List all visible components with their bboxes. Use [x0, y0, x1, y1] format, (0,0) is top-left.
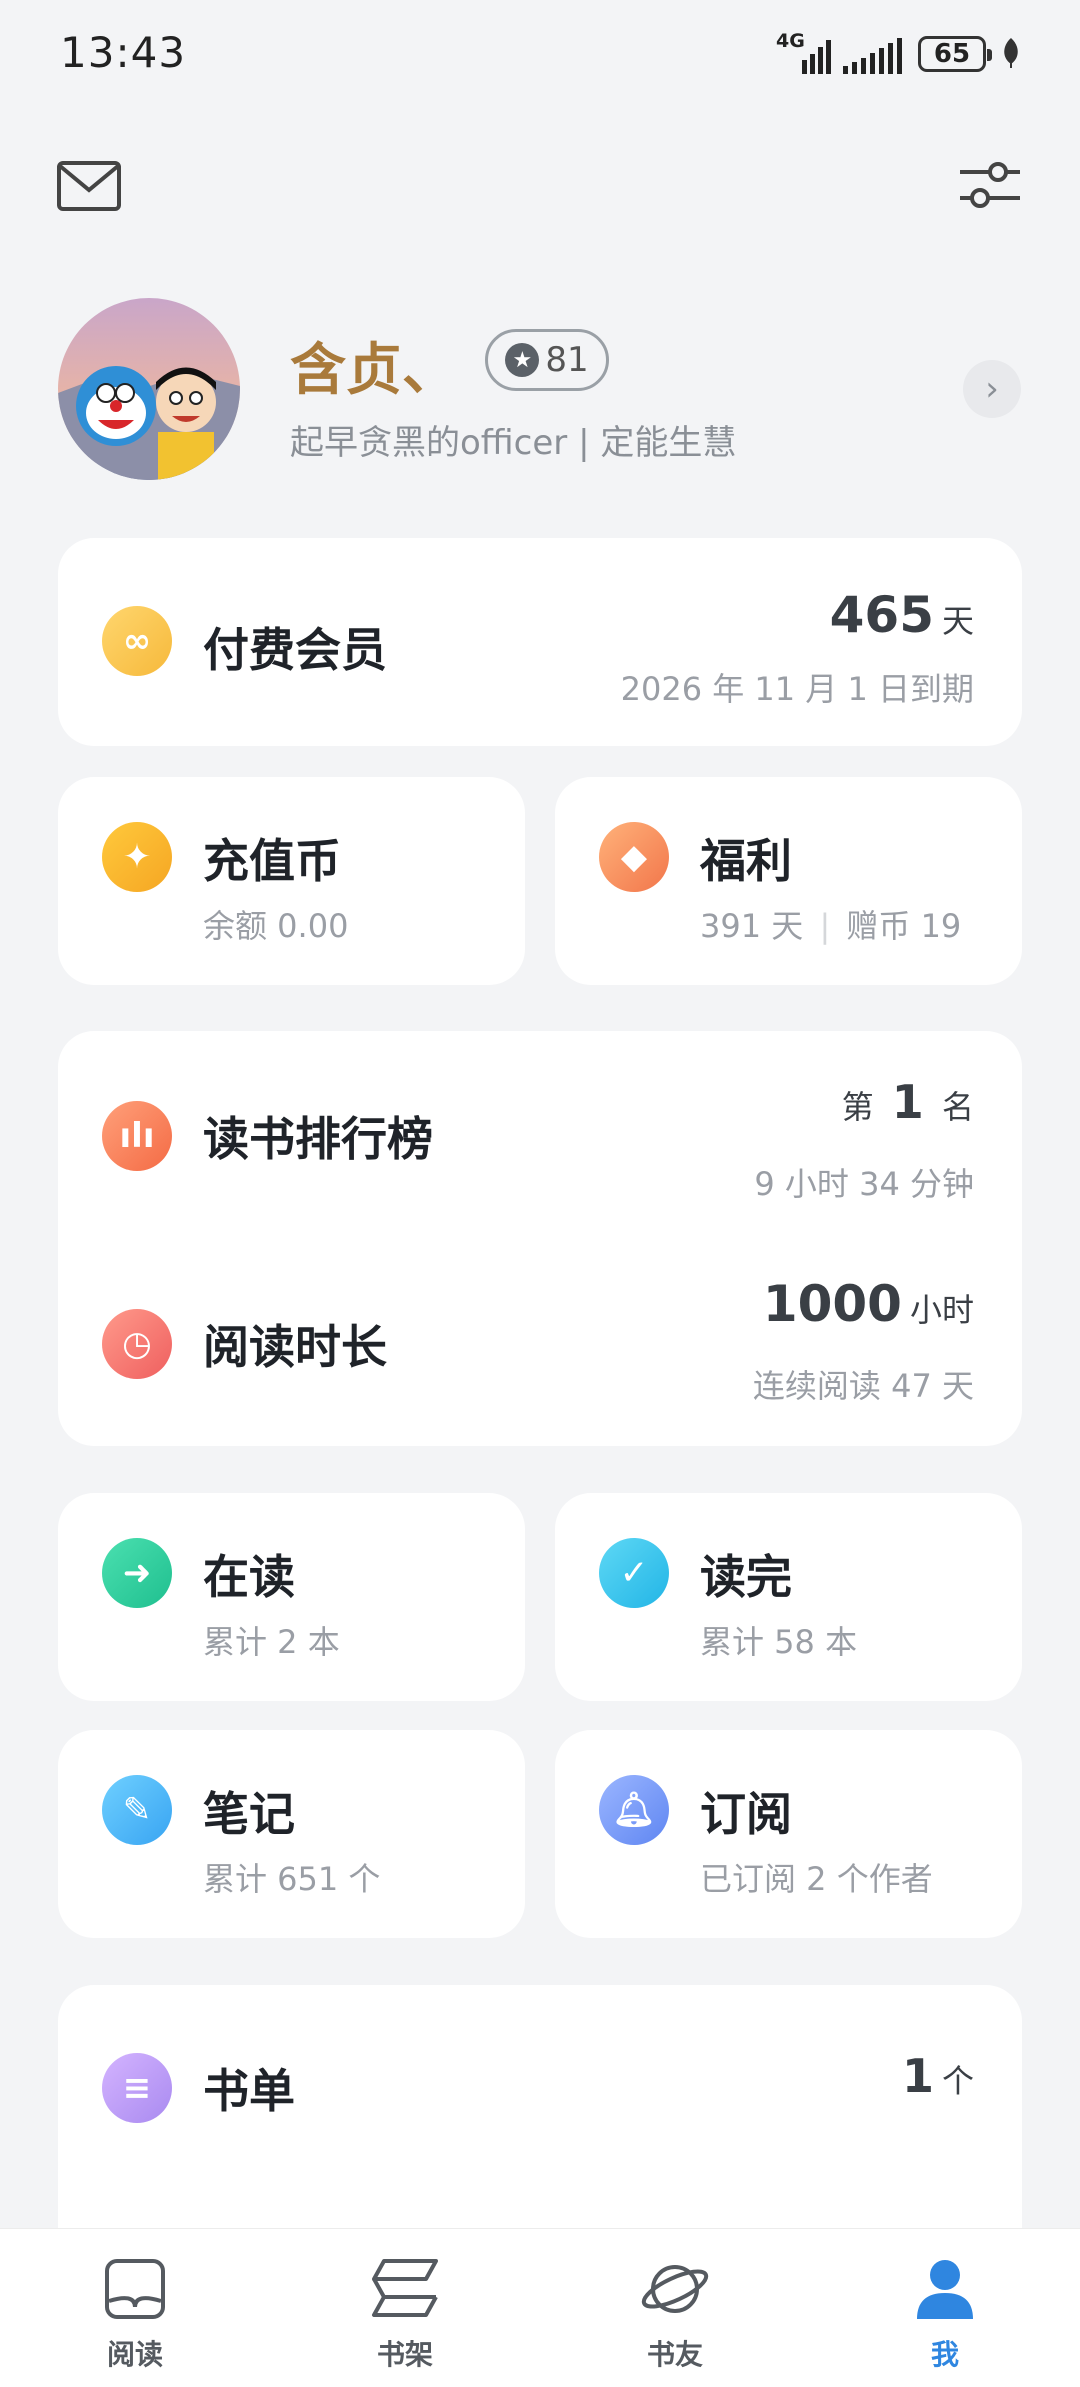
reading-title: 在读	[203, 1550, 295, 1604]
ranking-time: 9 小时 34 分钟	[754, 1165, 974, 1203]
rank-value: 1	[891, 1075, 924, 1129]
reading-streak: 连续阅读 47 天	[752, 1367, 974, 1405]
bell-icon: 🔔︎	[599, 1775, 669, 1845]
nav-label-me: 我	[930, 2338, 959, 2371]
booklist-unit: 个	[941, 2062, 974, 2100]
membership-days-unit: 天	[941, 602, 974, 640]
reading-card[interactable]: ➜ 在读 累计 2 本	[58, 1493, 525, 1701]
status-time: 13:43	[60, 28, 187, 77]
status-bar: 13:43 4G 65	[0, 0, 1080, 110]
infinity-icon: ∞	[102, 606, 172, 676]
clock-icon: ◷	[102, 1309, 172, 1379]
nav-label-friends: 书友	[646, 2338, 703, 2371]
avatar[interactable]	[58, 298, 240, 480]
battery-indicator: 65	[918, 36, 992, 72]
subscription-card[interactable]: 🔔︎ 订阅 已订阅 2 个作者	[555, 1730, 1022, 1938]
feather-pen-icon: ✎	[102, 1775, 172, 1845]
welfare-days: 391 天	[700, 907, 804, 945]
bar-chart-icon: ılı	[102, 1101, 172, 1171]
reading-stats-card: ılı 读书排行榜 第 1 名 9 小时 34 分钟 ◷ 阅读时长 1000 小时…	[58, 1031, 1022, 1446]
reading-count: 累计 2 本	[203, 1623, 340, 1661]
membership-days: 465	[829, 586, 934, 644]
membership-title: 付费会员	[203, 623, 387, 677]
nav-item-read[interactable]: 阅读	[65, 2257, 205, 2373]
power-saving-leaf-icon	[1004, 38, 1018, 68]
planet-icon	[641, 2265, 709, 2313]
nav-label-read: 阅读	[106, 2338, 163, 2371]
battery-level: 65	[933, 39, 971, 69]
diamond-icon: ◆	[599, 822, 669, 892]
booklist-title: 书单	[203, 2064, 295, 2118]
list-document-icon: ≡	[102, 2053, 172, 2123]
level-value: 81	[545, 340, 589, 380]
welfare-card[interactable]: ◆ 福利 391 天 | 赠币 19	[555, 777, 1022, 985]
coins-balance: 余额 0.00	[203, 907, 349, 945]
finished-card[interactable]: ✓ 读完 累计 58 本	[555, 1493, 1022, 1701]
reading-hours-unit: 小时	[909, 1291, 974, 1329]
membership-card[interactable]: ∞ 付费会员 465 天 2026 年 11 月 1 日到期	[58, 538, 1022, 746]
nav-item-me[interactable]: 我	[875, 2257, 1015, 2373]
subscription-count: 已订阅 2 个作者	[700, 1860, 933, 1898]
level-badge[interactable]: ★ 81	[485, 329, 609, 391]
avatar-image	[58, 298, 240, 480]
welfare-subtitle: 391 天 | 赠币 19	[700, 901, 961, 947]
reading-hours: 1000	[762, 1275, 902, 1333]
rank-suffix: 名	[941, 1088, 974, 1126]
separator: |	[819, 907, 831, 945]
welfare-gift-coins: 赠币 19	[846, 907, 962, 945]
chevron-right-icon[interactable]: ›	[963, 360, 1021, 418]
coin-icon: ✦	[102, 822, 172, 892]
reading-time-row[interactable]: ◷ 阅读时长 1000 小时 连续阅读 47 天	[58, 1239, 1022, 1439]
cellular-signal-2-icon	[843, 38, 902, 74]
notes-card[interactable]: ✎ 笔记 累计 651 个	[58, 1730, 525, 1938]
nickname: 含贞、	[290, 338, 458, 403]
bottom-navigation: 阅读 书架 书友 我	[0, 2228, 1080, 2387]
nav-item-bookshelf[interactable]: 书架	[335, 2257, 475, 2373]
notes-count: 累计 651 个	[203, 1860, 381, 1898]
person-icon	[917, 2260, 973, 2319]
subscription-title: 订阅	[700, 1787, 792, 1841]
checkmark-icon: ✓	[599, 1538, 669, 1608]
star-icon: ★	[505, 343, 540, 377]
rank-prefix: 第	[841, 1088, 874, 1126]
network-type-label: 4G	[776, 30, 805, 52]
book-open-icon	[105, 2259, 165, 2319]
arrow-right-icon: ➜	[102, 1538, 172, 1608]
nav-item-friends[interactable]: 书友	[605, 2257, 745, 2373]
finished-count: 累计 58 本	[700, 1623, 858, 1661]
profile-signature: 起早贪黑的officer | 定能生慧	[290, 423, 737, 463]
reading-time-title: 阅读时长	[203, 1320, 387, 1374]
ranking-row[interactable]: ılı 读书排行榜 第 1 名 9 小时 34 分钟	[58, 1031, 1022, 1231]
coins-title: 充值币	[203, 834, 341, 888]
nav-label-bookshelf: 书架	[376, 2338, 433, 2371]
booklist-count: 1	[901, 2049, 934, 2103]
settings-sliders-icon[interactable]	[958, 158, 1022, 214]
membership-expiry: 2026 年 11 月 1 日到期	[620, 670, 974, 708]
cellular-signal-icon	[802, 40, 831, 74]
finished-title: 读完	[700, 1550, 792, 1604]
coins-card[interactable]: ✦ 充值币 余额 0.00	[58, 777, 525, 985]
ranking-title: 读书排行榜	[203, 1112, 433, 1166]
welfare-title: 福利	[700, 834, 792, 888]
bookshelf-icon	[372, 2259, 438, 2317]
mail-icon[interactable]	[56, 160, 122, 212]
notes-title: 笔记	[203, 1787, 295, 1841]
